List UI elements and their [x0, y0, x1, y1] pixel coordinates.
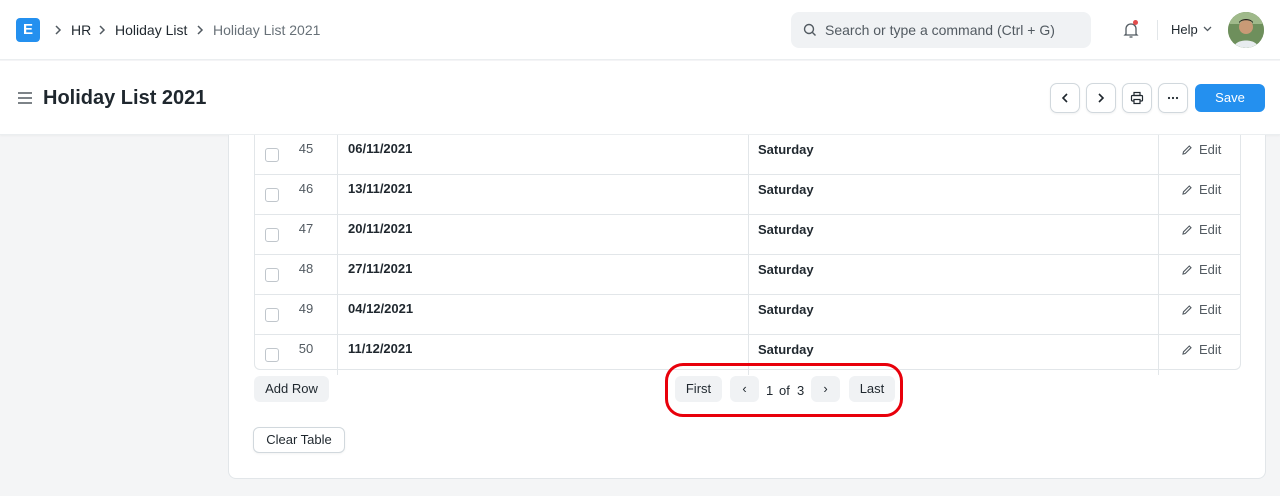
column-divider: [337, 215, 338, 255]
sidebar-toggle-icon[interactable]: [17, 91, 33, 105]
row-edit-button[interactable]: Edit: [1181, 141, 1221, 159]
row-index: 50: [298, 341, 314, 356]
column-divider: [1158, 295, 1159, 335]
holiday-description-cell[interactable]: Saturday: [758, 341, 814, 359]
table-row[interactable]: 47 20/11/2021 Saturday Edit: [255, 215, 1240, 255]
column-divider: [748, 175, 749, 215]
row-checkbox[interactable]: [265, 268, 279, 282]
chevron-right-icon: [55, 25, 62, 35]
printer-icon: [1130, 91, 1144, 105]
chevron-down-icon: [1203, 26, 1212, 32]
column-divider: [1158, 215, 1159, 255]
pencil-icon: [1182, 145, 1192, 155]
chevron-left-icon: [1061, 93, 1068, 103]
column-divider: [1158, 255, 1159, 295]
column-divider: [337, 335, 338, 375]
holiday-description-cell[interactable]: Saturday: [758, 221, 814, 239]
row-edit-button[interactable]: Edit: [1181, 261, 1221, 279]
chevron-right-icon: [197, 25, 204, 35]
chevron-right-icon: [1098, 93, 1105, 103]
holiday-description-cell[interactable]: Saturday: [758, 141, 814, 159]
next-document-button[interactable]: [1086, 83, 1116, 113]
holiday-description-cell[interactable]: Saturday: [758, 301, 814, 319]
column-divider: [1158, 335, 1159, 375]
column-divider: [1158, 175, 1159, 215]
row-checkbox[interactable]: [265, 148, 279, 162]
column-divider: [1158, 135, 1159, 175]
row-checkbox[interactable]: [265, 228, 279, 242]
search-icon: [803, 23, 816, 36]
column-divider: [748, 255, 749, 295]
notification-dot: [1133, 20, 1138, 25]
help-menu[interactable]: Help: [1171, 21, 1198, 39]
holiday-date-cell[interactable]: 06/11/2021: [348, 140, 412, 158]
breadcrumb-current[interactable]: Holiday List 2021: [213, 21, 320, 39]
pagination-highlight-annotation: [665, 363, 903, 417]
row-index: 45: [298, 141, 314, 156]
user-avatar[interactable]: [1228, 12, 1264, 48]
table-row[interactable]: 49 04/12/2021 Saturday Edit: [255, 295, 1240, 335]
table-row[interactable]: 48 27/11/2021 Saturday Edit: [255, 255, 1240, 295]
column-divider: [748, 215, 749, 255]
row-edit-button[interactable]: Edit: [1181, 301, 1221, 319]
row-index: 46: [298, 181, 314, 196]
search-bar[interactable]: [791, 12, 1091, 48]
row-checkbox[interactable]: [265, 348, 279, 362]
holiday-description-cell[interactable]: Saturday: [758, 261, 814, 279]
table-row[interactable]: 45 06/11/2021 Saturday Edit: [255, 135, 1240, 175]
pencil-icon: [1182, 225, 1192, 235]
previous-document-button[interactable]: [1050, 83, 1080, 113]
chevron-right-icon: [99, 25, 106, 35]
holiday-date-cell[interactable]: 27/11/2021: [348, 260, 412, 278]
notification-bell-icon[interactable]: [1121, 20, 1141, 40]
print-button[interactable]: [1122, 83, 1152, 113]
app-logo[interactable]: E: [16, 18, 40, 42]
column-divider: [748, 135, 749, 175]
row-checkbox[interactable]: [265, 308, 279, 322]
row-edit-button[interactable]: Edit: [1181, 341, 1221, 359]
ellipsis-icon: [1167, 96, 1179, 100]
row-edit-button[interactable]: Edit: [1181, 181, 1221, 199]
holiday-date-cell[interactable]: 11/12/2021: [348, 340, 412, 358]
holiday-date-cell[interactable]: 04/12/2021: [348, 300, 413, 318]
pencil-icon: [1182, 345, 1192, 355]
save-button[interactable]: Save: [1195, 84, 1265, 112]
holiday-description-cell[interactable]: Saturday: [758, 181, 814, 199]
row-index: 47: [298, 221, 314, 236]
pencil-icon: [1182, 305, 1192, 315]
row-checkbox[interactable]: [265, 188, 279, 202]
top-navbar: E HR Holiday List Holiday List 2021 Help: [0, 0, 1280, 60]
row-index: 49: [298, 301, 314, 316]
breadcrumb-holiday-list[interactable]: Holiday List: [115, 21, 187, 39]
row-edit-button[interactable]: Edit: [1181, 221, 1221, 239]
form-card: 45 06/11/2021 Saturday Edit 46 13/11/2021 Satu…: [228, 135, 1266, 479]
page-header: Holiday List 2021 Save: [0, 61, 1280, 135]
column-divider: [337, 135, 338, 175]
page-title: Holiday List 2021: [43, 87, 207, 109]
column-divider: [337, 255, 338, 295]
column-divider: [337, 175, 338, 215]
more-actions-button[interactable]: [1158, 83, 1188, 113]
column-divider: [337, 295, 338, 335]
pencil-icon: [1182, 265, 1192, 275]
pencil-icon: [1182, 185, 1192, 195]
breadcrumb-hr[interactable]: HR: [71, 21, 91, 39]
table-row[interactable]: 46 13/11/2021 Saturday Edit: [255, 175, 1240, 215]
holiday-date-cell[interactable]: 13/11/2021: [348, 180, 412, 198]
holidays-table: 45 06/11/2021 Saturday Edit 46 13/11/2021 Satu…: [254, 135, 1241, 375]
add-row-button[interactable]: Add Row: [254, 376, 329, 402]
column-divider: [748, 295, 749, 335]
row-index: 48: [298, 261, 314, 276]
search-input[interactable]: [825, 12, 1085, 48]
holiday-date-cell[interactable]: 20/11/2021: [348, 220, 412, 238]
divider: [1157, 20, 1158, 40]
clear-table-button[interactable]: Clear Table: [253, 427, 345, 453]
